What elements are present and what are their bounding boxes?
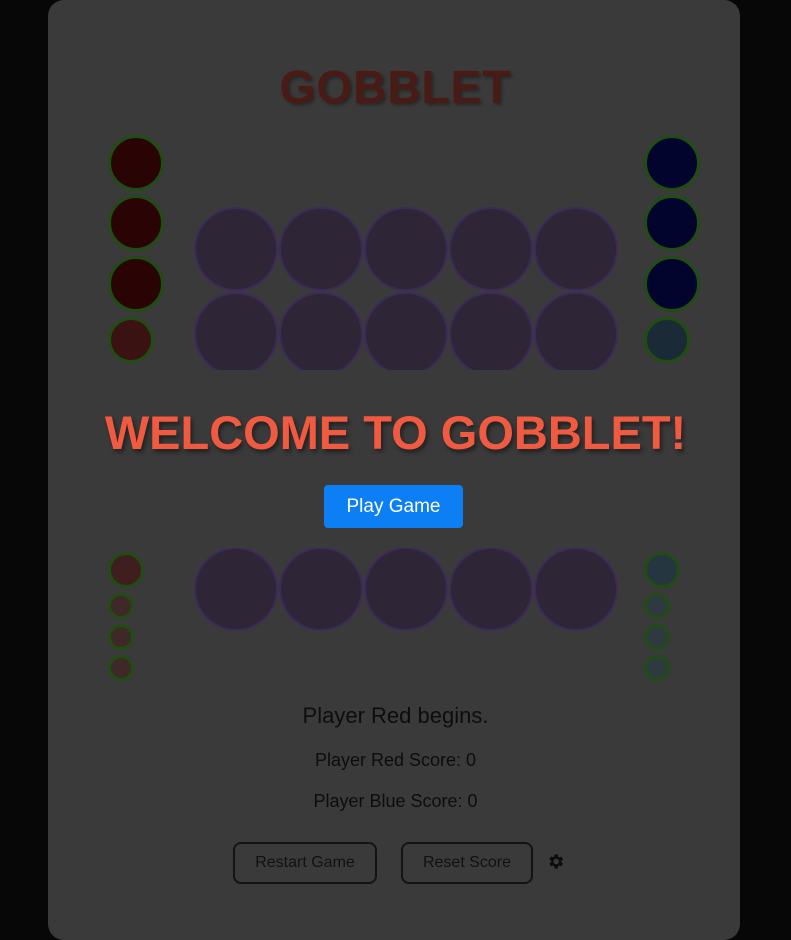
- board-cell[interactable]: [279, 547, 363, 631]
- blue-score: Player Blue Score: 0: [313, 791, 478, 811]
- red-reserve-piece-small[interactable]: [108, 624, 134, 650]
- turn-status: Player Red begins.: [302, 703, 489, 728]
- blue-reserve-piece-large[interactable]: [644, 135, 700, 191]
- blue-reserve-piece-medium[interactable]: [644, 317, 690, 363]
- red-score: Player Red Score: 0: [314, 750, 477, 770]
- blue-reserve-piece-small[interactable]: [644, 593, 670, 619]
- board-cell[interactable]: [534, 547, 618, 631]
- red-reserve-piece-medium[interactable]: [108, 552, 144, 588]
- red-reserve-piece-large[interactable]: [108, 256, 164, 312]
- restart-game-button[interactable]: Restart Game: [233, 842, 377, 884]
- board-cell[interactable]: [449, 207, 533, 291]
- play-game-button[interactable]: Play Game: [324, 485, 463, 528]
- board-cell[interactable]: [194, 547, 278, 631]
- board-cell[interactable]: [364, 292, 448, 376]
- gear-icon[interactable]: [546, 852, 565, 871]
- board-cell[interactable]: [364, 207, 448, 291]
- red-reserve-piece-large[interactable]: [108, 195, 164, 251]
- welcome-title: WELCOME TO GOBBLET!: [104, 406, 687, 459]
- board-cell[interactable]: [279, 207, 363, 291]
- board-cell[interactable]: [449, 292, 533, 376]
- board-cell[interactable]: [194, 292, 278, 376]
- red-reserve-piece-small[interactable]: [108, 655, 134, 681]
- reset-score-button[interactable]: Reset Score: [401, 842, 533, 884]
- blue-reserve-piece-small[interactable]: [644, 624, 670, 650]
- blue-reserve-piece-large[interactable]: [644, 195, 700, 251]
- blue-reserve-piece-large[interactable]: [644, 256, 700, 312]
- board-cell[interactable]: [194, 207, 278, 291]
- blue-reserve-piece-medium[interactable]: [644, 552, 680, 588]
- red-reserve-piece-large[interactable]: [108, 135, 164, 191]
- board-cell[interactable]: [279, 292, 363, 376]
- blue-reserve-piece-small[interactable]: [644, 655, 670, 681]
- game-title: GOBBLET: [279, 61, 512, 113]
- board-cell[interactable]: [449, 547, 533, 631]
- red-reserve-piece-small[interactable]: [108, 593, 134, 619]
- board-cell[interactable]: [364, 547, 448, 631]
- board-cell[interactable]: [534, 292, 618, 376]
- board-cell[interactable]: [534, 207, 618, 291]
- red-reserve-piece-medium[interactable]: [108, 317, 154, 363]
